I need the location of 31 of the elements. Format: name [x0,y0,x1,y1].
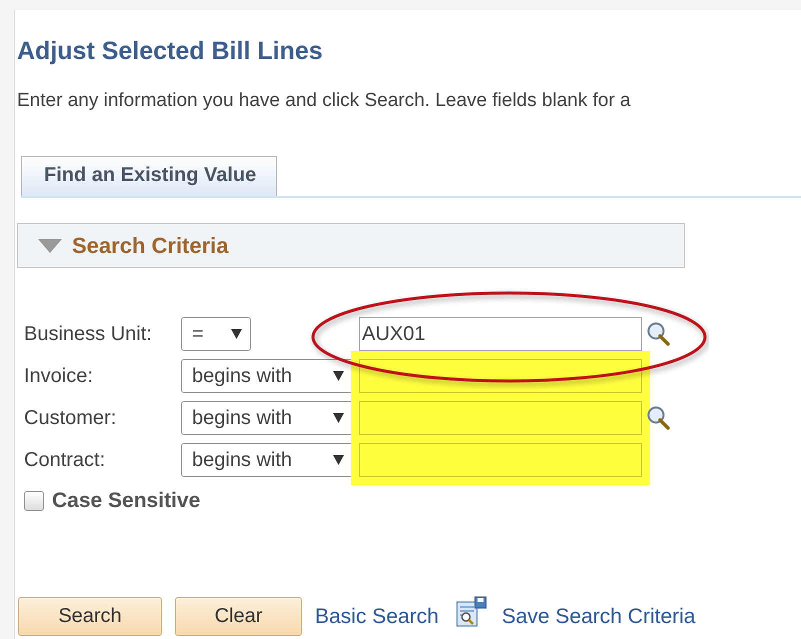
link[interactable]: Basic Search [315,604,439,628]
search-icon[interactable] [646,321,672,347]
action-button[interactable]: Clear [175,597,302,636]
operator-dropdown[interactable]: = [181,317,251,351]
link[interactable]: Save Search Criteria [502,604,696,628]
operator-dropdown[interactable]: begins with [181,401,353,435]
search-icon[interactable] [646,405,672,431]
input-field[interactable] [359,443,642,477]
page-title: Adjust Selected Bill Lines [17,36,324,66]
caret-icon [333,455,344,465]
operator-dropdown[interactable]: begins with [181,443,353,477]
checkbox[interactable] [24,491,44,511]
section-title: Search Criteria [72,232,229,258]
operator-dropdown[interactable]: begins with [181,359,353,393]
collapse-triangle-icon[interactable] [38,238,62,252]
action-button[interactable]: Search [18,597,162,636]
caret-icon [333,413,344,423]
field-label: Invoice: [24,364,94,388]
field-label: Contract: [24,448,106,472]
input-field[interactable] [359,359,642,393]
caret-icon [333,371,344,381]
save-search-icon[interactable] [454,596,487,628]
input-field[interactable] [359,401,642,435]
tab[interactable]: Find an Existing Value [21,156,278,196]
field-label: Customer: [24,406,118,430]
checkbox-label: Case Sensitive [52,489,200,513]
input-field[interactable]: AUX01 [359,317,642,351]
instruction-text: Enter any information you have and click Search. Leave fields blank for a [17,90,632,112]
field-label: Business Unit: [24,322,153,346]
caret-icon [231,329,242,339]
section-header[interactable]: Search Criteria [17,223,685,268]
